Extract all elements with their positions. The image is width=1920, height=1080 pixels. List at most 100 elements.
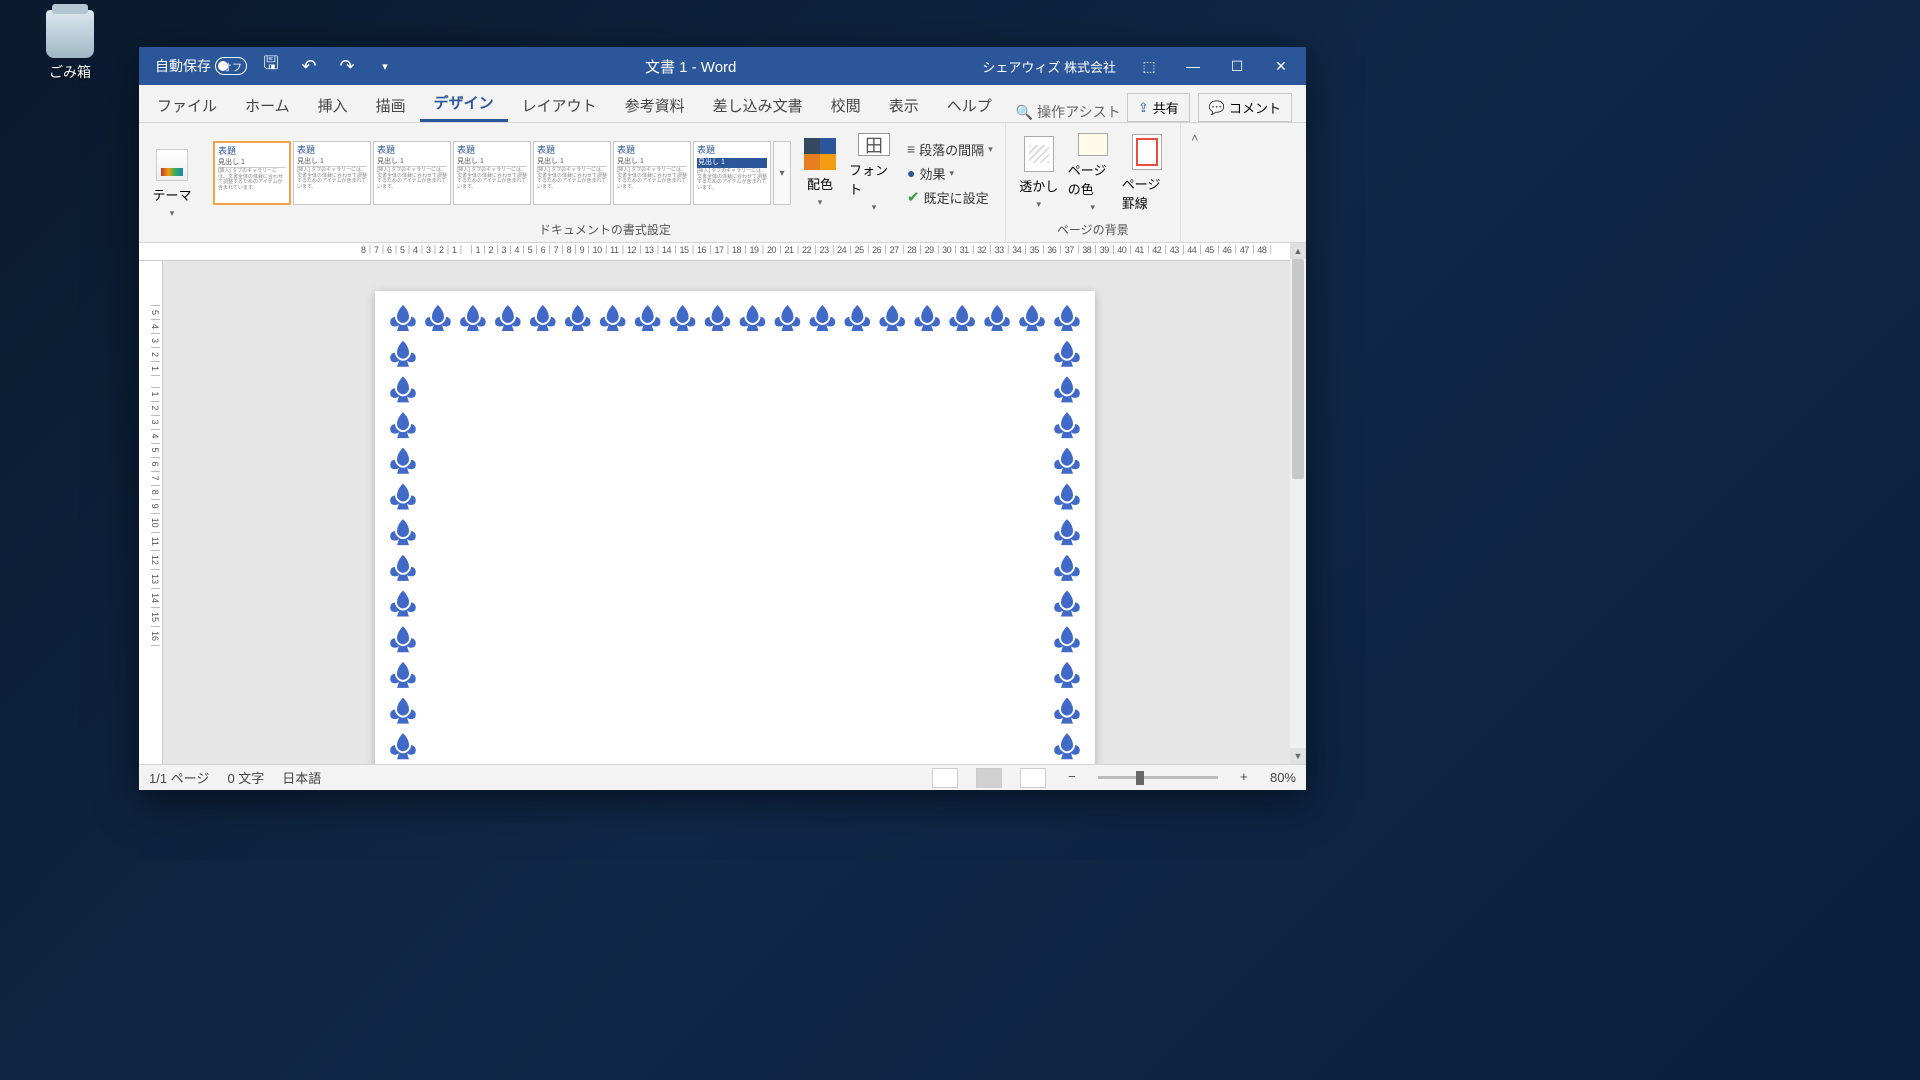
scroll-down-icon[interactable]: ▼ (1290, 748, 1306, 764)
view-web-layout[interactable] (1020, 768, 1046, 788)
zoom-slider[interactable] (1098, 776, 1218, 779)
formatting-options: ≡ 段落の間隔 ● 効果 ✔ 既定に設定 (903, 137, 997, 209)
autosave-state: オフ (215, 57, 247, 75)
tab-design[interactable]: デザイン (420, 84, 508, 122)
themes-label: テーマ (152, 185, 191, 204)
title-bar: 自動保存 オフ 🖫 ↶ ↷ ▾ 文書 1 - Word シェアウィズ 株式会社 … (139, 47, 1306, 85)
recycle-bin[interactable]: ごみ箱 (30, 10, 110, 82)
ribbon-display-icon[interactable]: ⬚ (1130, 47, 1168, 85)
tab-view[interactable]: 表示 (875, 87, 933, 122)
tab-help[interactable]: ヘルプ (933, 87, 1006, 122)
status-words[interactable]: 0 文字 (227, 768, 264, 787)
autosave-label: 自動保存 (155, 56, 211, 76)
tell-me-search[interactable]: 🔍 操作アシスト (1016, 102, 1121, 122)
share-icon: ⇪ (1138, 100, 1149, 116)
group-page-background: 透かし ページの色 ページ罫線 ページの背景 (1006, 123, 1181, 242)
style-thumb-5[interactable]: 表題 見出し 1 [挿入] タブのギャラリーには、文書全体の体裁に合わせて調整す… (533, 141, 611, 205)
comments-label: コメント (1229, 98, 1281, 117)
fonts-button[interactable]: フォント (849, 133, 899, 213)
effects-label: 効果 (919, 164, 945, 183)
save-icon[interactable]: 🖫 (257, 52, 285, 80)
title-bar-right: シェアウィズ 株式会社 ⬚ — ☐ ✕ (982, 47, 1306, 85)
qat-more-icon[interactable]: ▾ (371, 52, 399, 80)
zoom-in[interactable]: + (1236, 770, 1252, 786)
tab-review[interactable]: 校閲 (817, 87, 875, 122)
close-icon[interactable]: ✕ (1262, 47, 1300, 85)
status-language[interactable]: 日本語 (282, 768, 321, 787)
autosave-toggle[interactable]: 自動保存 オフ (155, 56, 247, 76)
style-thumb-4[interactable]: 表題 見出し 1 [挿入] タブのギャラリーには、文書全体の体裁に合わせて調整す… (453, 141, 531, 205)
status-page[interactable]: 1/1 ページ (149, 768, 209, 787)
qat: 自動保存 オフ 🖫 ↶ ↷ ▾ (139, 52, 399, 80)
tab-draw[interactable]: 描画 (362, 87, 420, 122)
effects-icon: ● (907, 165, 915, 181)
tab-mailings[interactable]: 差し込み文書 (699, 87, 817, 122)
themes-button[interactable]: テーマ (147, 144, 197, 224)
style-thumb-7[interactable]: 表題 見出し 1 [挿入] タブのギャラリーには、文書全体の体裁に合わせて調整す… (693, 141, 771, 205)
tab-references[interactable]: 参考資料 (611, 87, 699, 122)
style-thumb-1[interactable]: 表題 見出し 1 [挿入] タブのギャラリーには、文書全体の体裁に合わせて調整す… (213, 141, 291, 205)
page-borders-icon (1132, 134, 1162, 170)
colors-label: 配色 (807, 174, 833, 193)
minimize-icon[interactable]: — (1174, 47, 1212, 85)
spacing-label: 段落の間隔 (919, 140, 984, 159)
watermark-button[interactable]: 透かし (1014, 133, 1064, 213)
status-bar: 1/1 ページ 0 文字 日本語 − + 80% (139, 764, 1306, 790)
view-print-layout[interactable] (976, 768, 1002, 788)
set-default-button[interactable]: ✔ 既定に設定 (903, 185, 997, 209)
document-canvas[interactable] (163, 261, 1306, 764)
art-border (387, 303, 1083, 764)
share-label: 共有 (1153, 98, 1179, 117)
tab-file[interactable]: ファイル (143, 87, 231, 122)
vertical-ruler[interactable]: ｜5｜4｜3｜2｜1｜ ｜1｜2｜3｜4｜5｜6｜7｜8｜9｜10｜11｜12｜… (139, 261, 163, 764)
tab-home[interactable]: ホーム (231, 87, 304, 122)
horizontal-ruler[interactable]: 8｜7｜6｜5｜4｜3｜2｜1｜ ｜1｜2｜3｜4｜5｜6｜7｜8｜9｜10｜1… (139, 243, 1306, 261)
watermark-label: 透かし (1019, 176, 1058, 195)
work-area: 8｜7｜6｜5｜4｜3｜2｜1｜ ｜1｜2｜3｜4｜5｜6｜7｜8｜9｜10｜1… (139, 243, 1306, 764)
zoom-out[interactable]: − (1064, 770, 1080, 786)
doc-format-group-label: ドキュメントの書式設定 (213, 219, 997, 240)
collapse-ribbon-icon[interactable]: ˄ (1181, 123, 1209, 242)
fonts-label: フォント (849, 160, 899, 198)
tell-me-label: 操作アシスト (1037, 102, 1120, 122)
maximize-icon[interactable]: ☐ (1218, 47, 1256, 85)
check-icon: ✔ (907, 188, 920, 206)
search-icon: 🔍 (1016, 104, 1033, 121)
doc-area: ｜5｜4｜3｜2｜1｜ ｜1｜2｜3｜4｜5｜6｜7｜8｜9｜10｜11｜12｜… (139, 261, 1306, 764)
view-read-mode[interactable] (932, 768, 958, 788)
page-color-button[interactable]: ページの色 (1068, 133, 1118, 213)
zoom-handle[interactable] (1136, 771, 1144, 785)
zoom-level[interactable]: 80% (1270, 770, 1296, 785)
share-button[interactable]: ⇪ 共有 (1127, 93, 1190, 122)
account-name[interactable]: シェアウィズ 株式会社 (982, 57, 1116, 76)
style-thumb-3[interactable]: 表題 見出し 1 [挿入] タブのギャラリーには、文書全体の体裁に合わせて調整す… (373, 141, 451, 205)
page-borders-button[interactable]: ページ罫線 (1122, 133, 1172, 213)
group-themes: テーマ (139, 123, 205, 242)
page-1[interactable] (375, 291, 1095, 764)
ribbon-design: テーマ 表題 見出し 1 [挿入] タブのギャラリーには、文書全体の体裁に合わせ… (139, 123, 1306, 243)
undo-icon[interactable]: ↶ (295, 52, 323, 80)
style-gallery-more[interactable]: ▾ (773, 141, 791, 205)
redo-icon[interactable]: ↷ (333, 52, 361, 80)
effects-button[interactable]: ● 効果 (903, 161, 997, 185)
set-default-label: 既定に設定 (924, 188, 989, 207)
vertical-scrollbar[interactable]: ▲ ▼ (1290, 261, 1306, 764)
style-thumb-6[interactable]: 表題 見出し 1 [挿入] タブのギャラリーには、文書全体の体裁に合わせて調整す… (613, 141, 691, 205)
page-borders-label: ページ罫線 (1122, 174, 1172, 212)
recycle-bin-icon (46, 10, 94, 58)
tab-insert[interactable]: 挿入 (304, 87, 362, 122)
comment-icon: 💬 (1209, 100, 1225, 116)
themes-icon (156, 149, 188, 181)
paragraph-spacing-button[interactable]: ≡ 段落の間隔 (903, 137, 997, 161)
ribbon-tabs: ファイル ホーム 挿入 描画 デザイン レイアウト 参考資料 差し込み文書 校閲… (139, 85, 1306, 123)
colors-button[interactable]: 配色 (795, 133, 845, 213)
tab-layout[interactable]: レイアウト (508, 87, 611, 122)
word-window: 自動保存 オフ 🖫 ↶ ↷ ▾ 文書 1 - Word シェアウィズ 株式会社 … (139, 47, 1306, 790)
recycle-bin-label: ごみ箱 (30, 62, 110, 82)
comments-button[interactable]: 💬 コメント (1198, 93, 1292, 122)
scroll-thumb[interactable] (1292, 261, 1304, 479)
page-bg-group-label: ページの背景 (1014, 219, 1172, 240)
group-document-formatting: 表題 見出し 1 [挿入] タブのギャラリーには、文書全体の体裁に合わせて調整す… (205, 123, 1006, 242)
style-thumb-2[interactable]: 表題 見出し 1 [挿入] タブのギャラリーには、文書全体の体裁に合わせて調整す… (293, 141, 371, 205)
page-color-label: ページの色 (1068, 160, 1118, 198)
